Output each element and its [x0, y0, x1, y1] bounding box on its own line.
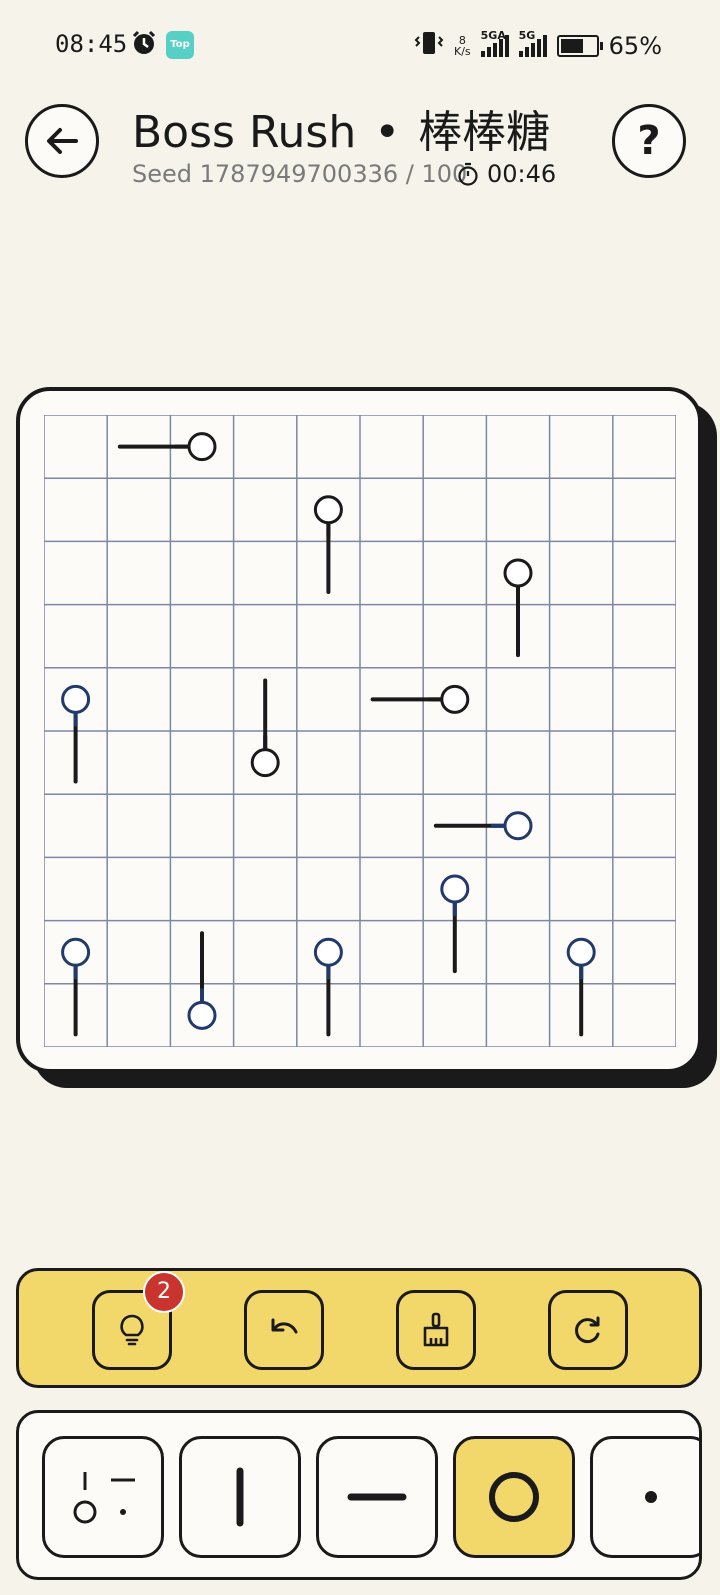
vibrate-icon [414, 30, 444, 62]
undo-icon [271, 1318, 298, 1334]
lightbulb-icon [120, 1314, 144, 1346]
help-button[interactable]: ? [612, 104, 686, 178]
puzzle-name: 棒棒糖 [418, 107, 551, 158]
mode-name: Boss Rush [132, 107, 357, 158]
alarm-icon [131, 30, 157, 60]
question-icon: ? [637, 118, 661, 164]
piece-palette [16, 1410, 702, 1580]
stopwatch-icon [458, 162, 478, 186]
timer: 00:46 [457, 160, 556, 188]
undo-button[interactable] [244, 1290, 324, 1370]
hint-count-badge: 2 [143, 1271, 185, 1313]
piece-dot[interactable] [590, 1436, 699, 1558]
battery-percent: 65% [608, 32, 662, 60]
status-time: 08:45 [55, 30, 128, 58]
page-title: Boss Rush • 棒棒糖 [132, 96, 550, 160]
action-toolbar: 2 [16, 1268, 702, 1388]
signal-5g-icon: 5G [518, 29, 547, 57]
piece-mixed[interactable] [42, 1436, 164, 1558]
timer-value: 00:46 [487, 160, 557, 188]
network-speed: 8 K/s [454, 34, 471, 58]
arrow-left-icon [47, 128, 78, 154]
piece-horizontal-line[interactable] [316, 1436, 438, 1558]
battery-icon [556, 35, 603, 57]
signal-5ga-icon: 5GA [480, 29, 509, 57]
broom-icon [423, 1312, 449, 1347]
title-separator: • [374, 107, 401, 158]
piece-vertical-line[interactable] [179, 1436, 301, 1558]
status-bar: 08:45 Top 8 K/s 5GA 5G 65% [0, 0, 720, 90]
vertical-line-icon [236, 1467, 244, 1527]
puzzle-grid[interactable] [44, 415, 676, 1047]
restart-icon [575, 1316, 600, 1344]
horizontal-line-icon [347, 1493, 407, 1501]
clear-button[interactable] [396, 1290, 476, 1370]
app-notification-icon: Top [166, 31, 194, 59]
dot-icon [645, 1491, 657, 1503]
circle-icon [489, 1472, 539, 1522]
back-button[interactable] [25, 104, 99, 178]
seed-label: Seed 1787949700336 / 100 [132, 160, 468, 188]
mixed-pieces-icon [73, 1472, 135, 1524]
piece-circle[interactable] [453, 1436, 575, 1558]
hint-button[interactable]: 2 [92, 1271, 185, 1370]
puzzle-board [16, 387, 702, 1073]
restart-button[interactable] [548, 1290, 628, 1370]
